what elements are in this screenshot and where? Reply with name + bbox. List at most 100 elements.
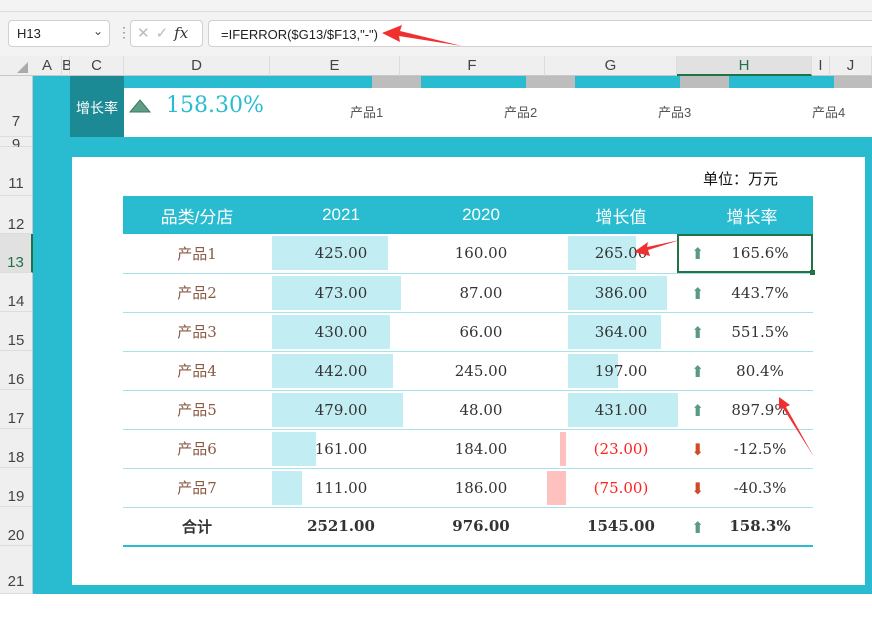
- cell-rate[interactable]: ⬇ -40.3%: [691, 468, 813, 508]
- column-header-B[interactable]: B: [62, 56, 72, 76]
- row-header-20[interactable]: 20: [0, 507, 33, 546]
- column-header-A[interactable]: A: [33, 56, 62, 76]
- ribbon-toolbar: [0, 0, 872, 12]
- cell-2021[interactable]: 425.00: [271, 234, 411, 274]
- cell-2021[interactable]: 473.00: [271, 273, 411, 313]
- value-2020[interactable]: 184.00: [411, 429, 551, 469]
- cell-diff[interactable]: 364.00: [551, 312, 691, 352]
- column-header-H[interactable]: H: [677, 56, 812, 76]
- row-header-7[interactable]: 7: [0, 76, 33, 137]
- value-2020[interactable]: 87.00: [411, 273, 551, 313]
- chevron-down-icon[interactable]: ⌄: [93, 24, 103, 38]
- cell-2021[interactable]: 479.00: [271, 390, 411, 430]
- fx-icon[interactable]: fx: [174, 24, 188, 42]
- diff-data-bar: [546, 470, 566, 505]
- product-name[interactable]: 产品5: [123, 390, 271, 430]
- cell-2021[interactable]: 111.00: [271, 468, 411, 508]
- table-row: 产品4 442.00 245.00 197.00 ⬆ 80.4%: [123, 351, 813, 391]
- value-2020[interactable]: 66.00: [411, 312, 551, 352]
- cell-total-rate[interactable]: ⬆ 158.3%: [691, 507, 813, 547]
- cell-2021[interactable]: 430.00: [271, 312, 411, 352]
- mini-bar-2020: [526, 76, 575, 88]
- column-header-J[interactable]: J: [830, 56, 872, 76]
- mini-bar-2021: [467, 76, 516, 88]
- value-2021: 473.00: [314, 283, 368, 302]
- cell-diff[interactable]: (75.00): [546, 468, 691, 508]
- value-2020[interactable]: 48.00: [411, 390, 551, 430]
- row-header-9[interactable]: 9: [0, 137, 33, 152]
- cell-diff[interactable]: (23.00): [551, 429, 691, 469]
- row-header-17[interactable]: 17: [0, 390, 33, 429]
- rate-value: 80.4%: [736, 361, 784, 380]
- selected-cell[interactable]: [677, 234, 813, 273]
- cell-2021[interactable]: 161.00: [271, 429, 411, 469]
- formula-input[interactable]: =IFERROR($G13/$F13,"-"): [208, 20, 872, 47]
- rate-value: 443.7%: [731, 283, 789, 302]
- mini-bar-2021: [621, 76, 670, 88]
- column-header-G[interactable]: G: [545, 56, 677, 76]
- value-2021: 479.00: [314, 400, 368, 419]
- row-header-15[interactable]: 15: [0, 312, 33, 351]
- product-name[interactable]: 产品7: [123, 468, 271, 508]
- column-header-C[interactable]: C: [70, 56, 124, 76]
- cell-2021[interactable]: 442.00: [271, 351, 411, 391]
- row-header-21[interactable]: 21: [0, 546, 33, 594]
- cancel-icon[interactable]: ✕: [137, 25, 156, 42]
- rate-value: 551.5%: [731, 322, 789, 341]
- row-header-16[interactable]: 16: [0, 351, 33, 390]
- total-2020[interactable]: 976.00: [411, 507, 551, 547]
- column-header-D[interactable]: D: [124, 56, 270, 76]
- product-name[interactable]: 产品3: [123, 312, 271, 352]
- table-header: 增长值: [551, 196, 691, 234]
- value-2020[interactable]: 245.00: [411, 351, 551, 391]
- annotation-arrow-icon: [779, 397, 814, 457]
- annotation-arrow-icon: [634, 240, 680, 256]
- row-header-12[interactable]: 12: [0, 196, 33, 234]
- total-diff[interactable]: 1545.00: [551, 507, 691, 547]
- mini-bar-2020: [834, 76, 872, 88]
- mini-chart-label: 产品2: [504, 105, 538, 120]
- unit-label: 单位：万元: [703, 171, 779, 188]
- product-name[interactable]: 产品4: [123, 351, 271, 391]
- confirm-icon[interactable]: ✓: [156, 25, 175, 42]
- row-header-11[interactable]: 11: [0, 147, 33, 196]
- column-header-I[interactable]: I: [812, 56, 830, 76]
- column-header-E[interactable]: E: [270, 56, 400, 76]
- row-header-13[interactable]: 13: [0, 234, 33, 273]
- product-name[interactable]: 产品2: [123, 273, 271, 313]
- kpi-value: 158.30%: [166, 93, 264, 118]
- total-2021[interactable]: 2521.00: [271, 507, 411, 547]
- name-box-value: H13: [17, 26, 41, 41]
- total-label[interactable]: 合计: [123, 507, 271, 547]
- row-header-14[interactable]: 14: [0, 273, 33, 312]
- cell-diff[interactable]: 431.00: [551, 390, 691, 430]
- column-header-F[interactable]: F: [400, 56, 545, 76]
- diff-value: (75.00): [593, 478, 649, 497]
- arrow-down-icon: ⬇: [691, 439, 705, 459]
- splitter-handle[interactable]: ⋮: [117, 24, 131, 41]
- diff-value: (23.00): [593, 439, 649, 458]
- name-box[interactable]: H13 ⌄: [8, 20, 110, 47]
- data-bar-2021: [272, 470, 303, 505]
- cell-rate[interactable]: ⬆ 80.4%: [691, 351, 813, 391]
- value-2021: 430.00: [314, 322, 368, 341]
- row-header-19[interactable]: 19: [0, 468, 33, 507]
- value-2020[interactable]: 160.00: [411, 234, 551, 274]
- cell-rate[interactable]: ⬆ 443.7%: [691, 273, 813, 313]
- value-2020[interactable]: 186.00: [411, 468, 551, 508]
- value-2021: 442.00: [314, 361, 368, 380]
- table-row: 产品7 111.00 186.00 (75.00) ⬇ -40.3%: [123, 468, 813, 508]
- cell-rate[interactable]: ⬆ 551.5%: [691, 312, 813, 352]
- cell-diff[interactable]: 197.00: [551, 351, 691, 391]
- row-header-18[interactable]: 18: [0, 429, 33, 468]
- fill-handle[interactable]: [810, 270, 815, 275]
- formula-buttons: ✕✓fx: [130, 20, 203, 47]
- total-row: 合计 2521.00 976.00 1545.00 ⬆ 158.3%: [123, 507, 813, 547]
- arrow-up-icon: ⬆: [691, 361, 705, 381]
- total-rate: 158.3%: [729, 517, 791, 536]
- select-all-corner[interactable]: [0, 56, 33, 76]
- cell-diff[interactable]: 386.00: [551, 273, 691, 313]
- product-name[interactable]: 产品1: [123, 234, 271, 274]
- arrow-up-icon: ⬆: [691, 322, 705, 342]
- product-name[interactable]: 产品6: [123, 429, 271, 469]
